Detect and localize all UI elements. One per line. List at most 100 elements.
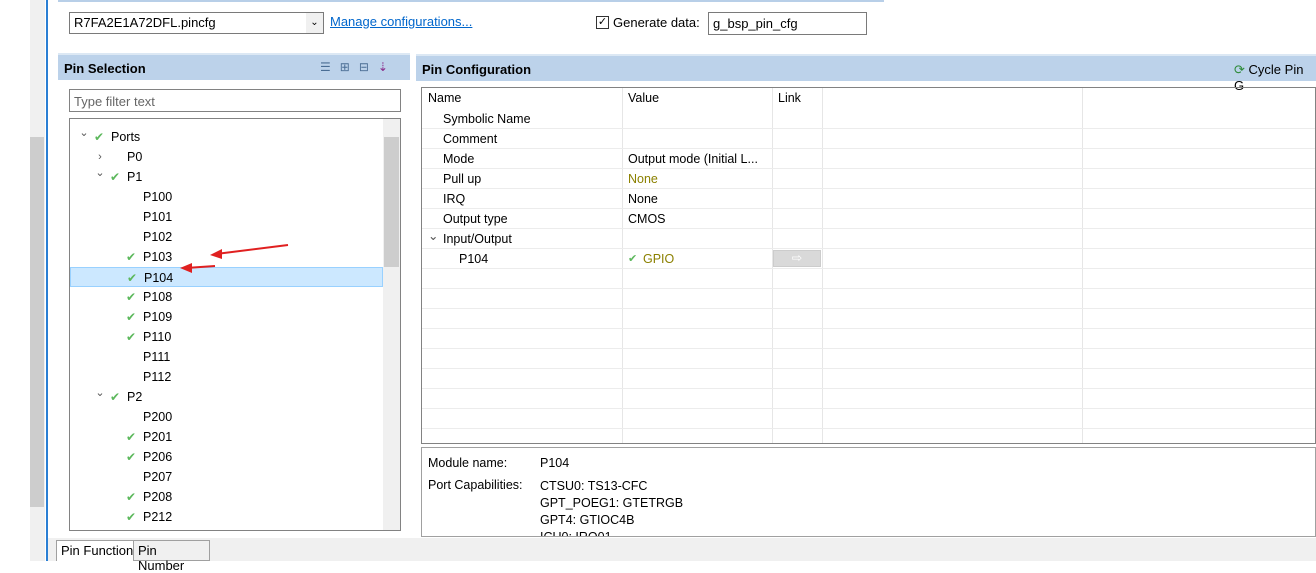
row-value[interactable]: None (628, 169, 658, 189)
check-icon: ✔ (126, 527, 136, 530)
tree-item[interactable]: ⌄ ✔ P1 (70, 167, 383, 187)
check-icon: ✔ (126, 330, 137, 344)
tree-item-label: P108 (143, 290, 173, 304)
chevron-down-icon[interactable]: ⌄ (94, 163, 106, 183)
table-row (422, 289, 1315, 309)
pin-config-table: Name Value Link Symbolic Name Comment Mode Out… (421, 87, 1316, 444)
link-button[interactable]: ⇨ (773, 250, 821, 267)
generate-data-label: Generate data: (613, 15, 700, 30)
row-value[interactable]: Output mode (Initial L... (628, 149, 758, 169)
tree-item-label: P213 (143, 527, 172, 530)
check-icon: ✔ (126, 490, 137, 504)
arrow-line (215, 244, 289, 255)
row-value[interactable]: None (628, 189, 658, 209)
chevron-down-icon[interactable]: ⌄ (428, 226, 438, 246)
tree-item[interactable]: ✔ P110 (70, 327, 383, 347)
cycle-icon: ⟳ (1234, 62, 1245, 77)
scrollbar-thumb[interactable] (384, 137, 399, 267)
module-name-value: P104 (540, 456, 570, 470)
chevron-down-icon[interactable]: ⌄ (78, 123, 90, 143)
tree-item-label: P208 (143, 490, 173, 504)
tree-item-label: P112 (143, 370, 172, 384)
tree-item[interactable]: P100 (70, 187, 383, 207)
check-icon: ✔ (127, 271, 138, 285)
check-icon: ✔ (126, 430, 137, 444)
config-file-dropdown[interactable]: R7FA2E1A72DFL.pincfg ⌄ (69, 12, 324, 34)
scrollbar[interactable] (30, 137, 44, 507)
check-icon: ✔ (126, 450, 137, 464)
arrow-head (210, 249, 222, 259)
check-icon: ✔ (94, 130, 105, 144)
row-name: Comment (443, 132, 498, 146)
chevron-down-icon[interactable]: ⌄ (94, 383, 106, 403)
tree-item[interactable]: › P0 (70, 147, 383, 167)
table-row[interactable]: Comment (422, 129, 1315, 149)
collapse-all-icon[interactable]: ⊟ (359, 60, 378, 74)
tree-item[interactable]: ⌄ ✔ Ports (70, 127, 383, 147)
column-header: Link (778, 91, 801, 105)
tree-item[interactable]: P200 (70, 407, 383, 427)
table-row[interactable]: P104 GPIO ✔ ⇨ (422, 249, 1315, 269)
row-name: Output type (443, 212, 508, 226)
tab-bar (48, 538, 1316, 561)
config-file-value: R7FA2E1A72DFL.pincfg (74, 15, 216, 30)
tree-item-label: P1 (127, 170, 143, 184)
check-icon: ✔ (110, 170, 121, 184)
tab-pin-function[interactable]: Pin Function (56, 540, 139, 561)
tree-item-label: P101 (143, 210, 173, 224)
tree-item[interactable]: ✔ P208 (70, 487, 383, 507)
table-row[interactable]: Symbolic Name (422, 109, 1315, 129)
generate-data-checkbox[interactable]: ✓ (596, 16, 609, 29)
tree-item[interactable]: P111 (70, 347, 383, 367)
tree-item[interactable]: P207 (70, 467, 383, 487)
column-header: Name (428, 91, 462, 105)
tree-item[interactable]: ✔ P206 (70, 447, 383, 467)
generate-data-input[interactable]: g_bsp_pin_cfg (708, 12, 867, 35)
check-icon: ✔ (110, 390, 121, 404)
tree-item[interactable]: ✔ P108 (70, 287, 383, 307)
tree-item[interactable]: ✔ P109 (70, 307, 383, 327)
check-icon: ✔ (126, 290, 137, 304)
arrow-right-icon: ⇨ (791, 251, 803, 265)
pin-tree[interactable]: ⌄ ✔ Ports › P0 ⌄ ✔ P1 P100 P101 P102 ✔ P103 ✔ P104 ✔ P10… (69, 118, 401, 531)
annotation-arrows (180, 244, 289, 273)
list-icon[interactable]: ☰ (320, 60, 340, 74)
check-icon: ✔ (126, 510, 137, 524)
table-row (422, 369, 1315, 389)
capabilities-list: CTSU0: TS13-CFC GPT_POEG1: GTETRGB GPT4: G… (540, 478, 684, 536)
table-row[interactable]: IRQ None (422, 189, 1315, 209)
expand-all-icon[interactable]: ⊞ (340, 60, 359, 74)
row-name: Mode (443, 152, 475, 166)
capability: GPT_POEG1: GTETRGB (540, 496, 684, 510)
table-row[interactable]: Mode Output mode (Initial L... (422, 149, 1315, 169)
module-name-label: Module name: (428, 456, 508, 470)
table-row[interactable]: ⌄ Input/Output (422, 226, 1315, 249)
tree-item-label: P207 (143, 470, 173, 484)
check-icon: ✔ (126, 310, 137, 324)
table-row[interactable]: Pull up None (422, 169, 1315, 189)
sort-az-icon[interactable]: ⇣ (378, 60, 397, 74)
tree-item[interactable]: P112 (70, 367, 383, 387)
manage-configurations-link[interactable]: Manage configurations... (330, 14, 472, 29)
row-value[interactable]: CMOS (628, 209, 666, 229)
row-name: Pull up (443, 172, 482, 186)
row-value[interactable]: GPIO (643, 249, 674, 269)
pin-selection-header: Pin Selection ☰⊞⊟⇣ (58, 53, 410, 80)
pin-configuration-header: Pin Configuration ⟳ Cycle Pin G (416, 54, 1316, 93)
tree-item[interactable]: ⌄ ✔ P2 (70, 387, 383, 407)
tree-item-label: P109 (143, 310, 173, 324)
filter-input[interactable]: Type filter text (69, 89, 401, 112)
divider (46, 0, 48, 561)
tree-scrollbar[interactable] (383, 119, 400, 530)
tree-item-label: P0 (127, 150, 143, 164)
info-panel: Module name: P104 Port Capabilities: CTS… (421, 447, 1316, 537)
tree-item[interactable]: ✔ P212 (70, 507, 383, 527)
check-icon: ✔ (126, 250, 137, 264)
column-header: Value (628, 91, 660, 105)
table-row[interactable]: Output type CMOS (422, 209, 1315, 229)
tree-item[interactable]: ✔ P201 (70, 427, 383, 447)
tree-item[interactable]: ✔ P213 (70, 527, 383, 530)
table-row (422, 429, 1315, 443)
tree-item[interactable]: P101 (70, 207, 383, 227)
tab-pin-number[interactable]: Pin Number (133, 540, 210, 573)
